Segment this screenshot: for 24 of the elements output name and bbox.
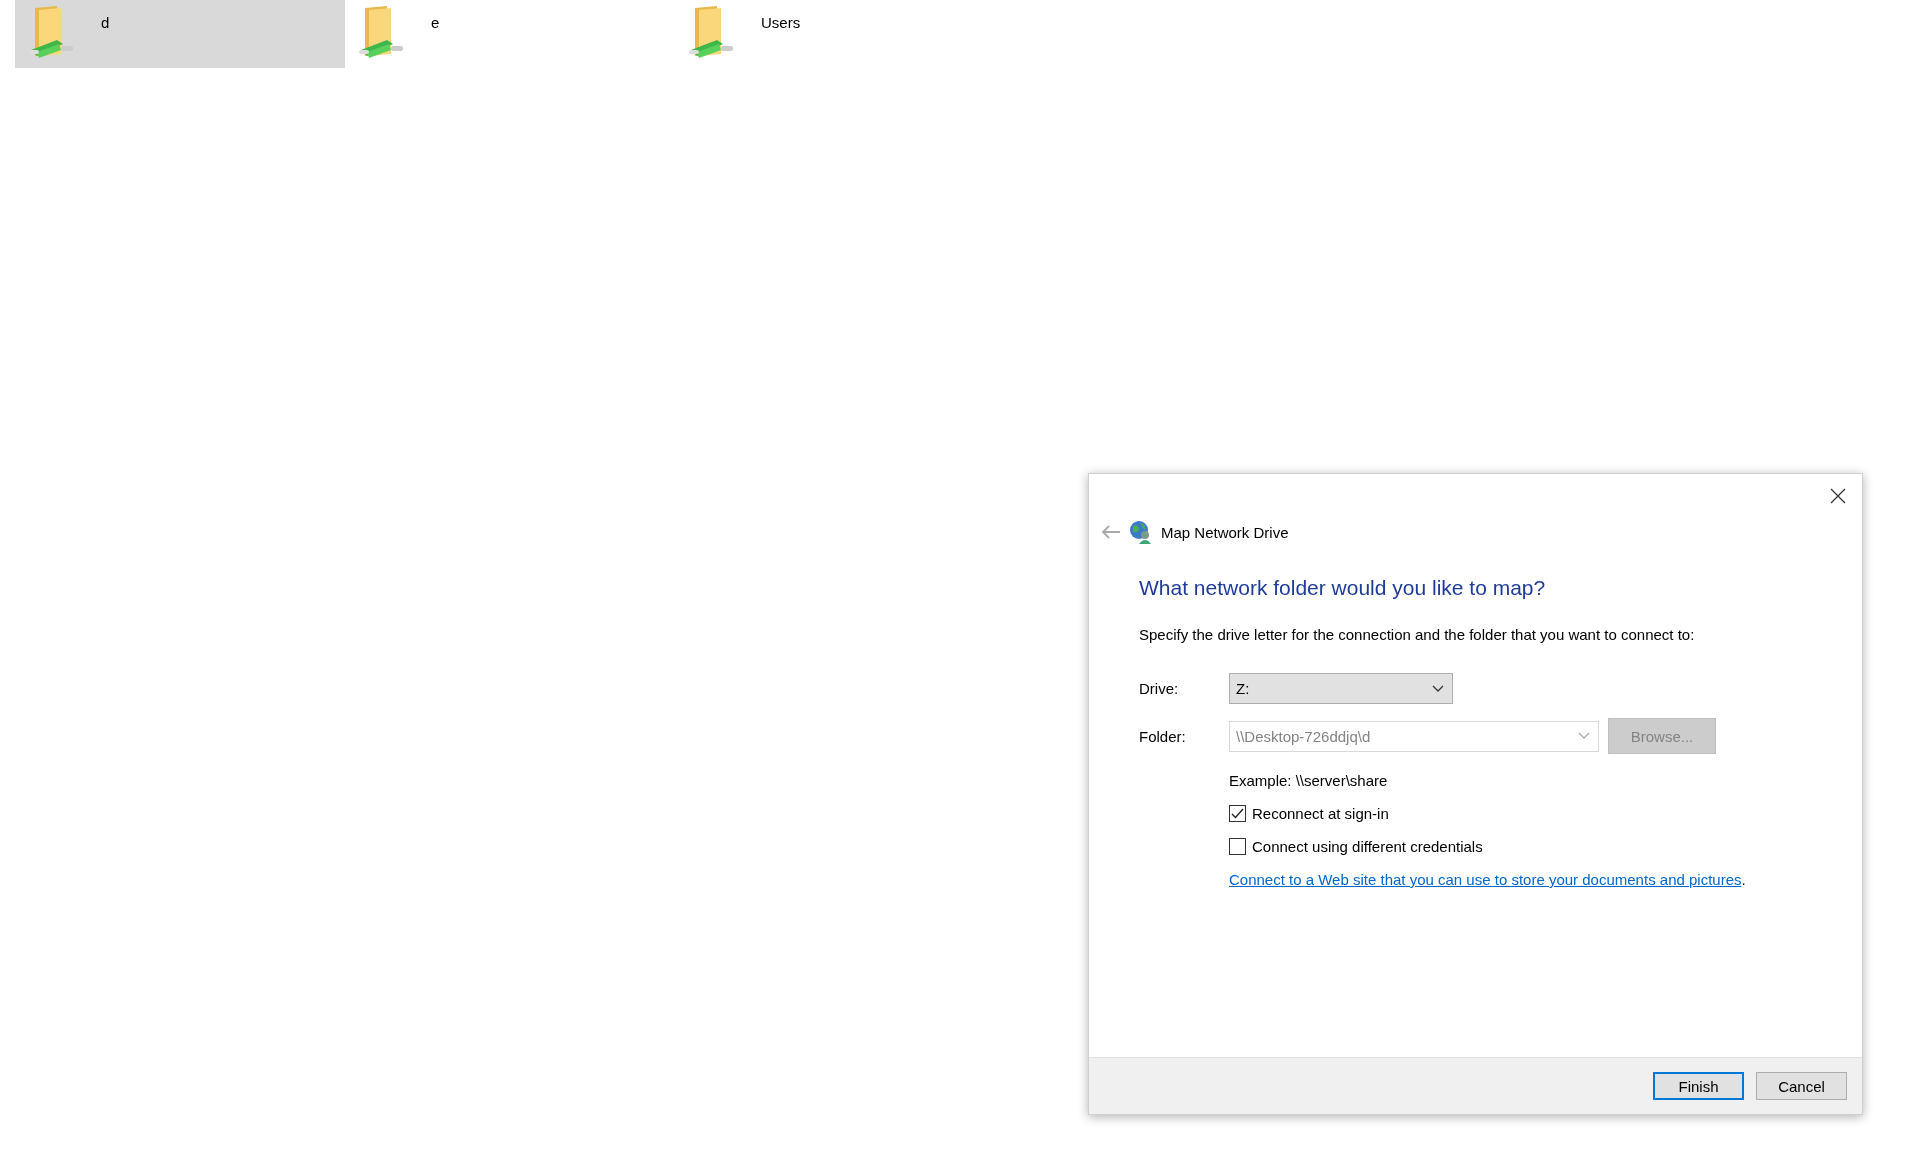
period-text: . (1741, 871, 1746, 888)
folder-name: d (101, 14, 110, 31)
checkbox[interactable] (1229, 805, 1246, 822)
folder-tile[interactable]: d (15, 0, 345, 68)
example-text: Example: \\server\share (1229, 772, 1389, 789)
folder-tile[interactable]: Users (675, 0, 1005, 68)
drive-dropdown[interactable]: Z: (1229, 673, 1453, 704)
website-link[interactable]: Connect to a Web site that you can use to store your documents and pictures (1229, 871, 1742, 888)
dialog-title: Map Network Drive (1161, 523, 1289, 541)
checkbox[interactable] (1229, 838, 1246, 855)
instruction-text: Specify the drive letter for the connection and the folder that you want to connect to: (1139, 626, 1696, 643)
dialog-button[interactable]: Cancel (1756, 1072, 1847, 1100)
dialog-button[interactable]: Finish (1653, 1072, 1744, 1100)
checkbox-label[interactable]: Connect using different credentials (1252, 838, 1483, 855)
folder-name: Users (761, 14, 801, 31)
drive-label: Drive: (1139, 680, 1180, 697)
checkbox-label[interactable]: Reconnect at sign-in (1252, 805, 1389, 822)
folder-name: e (431, 14, 440, 31)
caret-icon (1432, 684, 1444, 693)
folder-label: Folder: (1139, 727, 1187, 745)
caret-icon (1578, 732, 1590, 740)
folder-tile[interactable]: e (345, 0, 675, 68)
globe-icon (1129, 520, 1153, 544)
dialog-heading: What network folder would you like to map? (1139, 576, 1547, 600)
